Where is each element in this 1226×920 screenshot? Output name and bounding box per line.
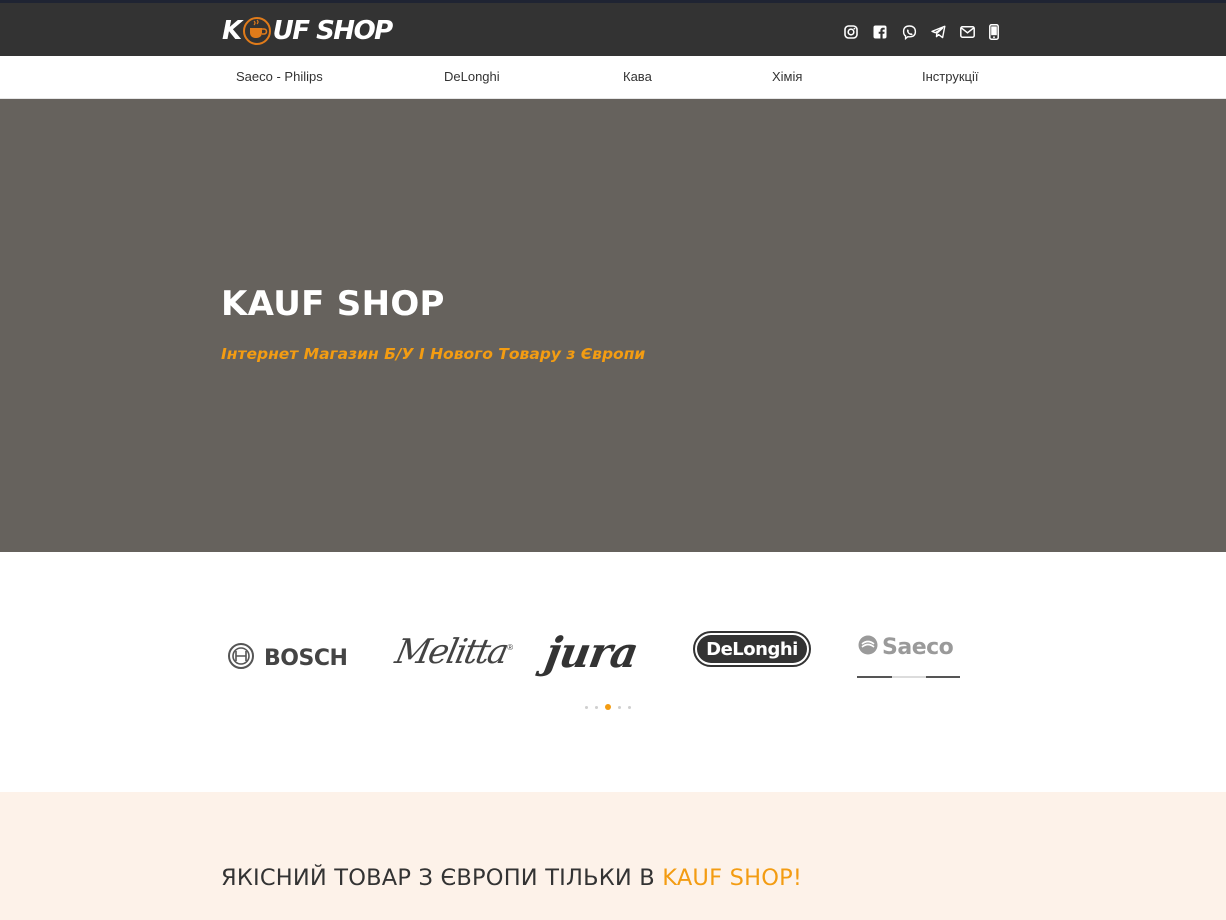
hero-subtitle: Інтернет Магазин Б/У І Нового Товару з Є…: [221, 345, 646, 363]
logo-text-first: K: [222, 16, 242, 46]
brand-logo-melitta[interactable]: Melitta ®: [392, 632, 514, 672]
nav-item-delonghi[interactable]: DeLonghi: [444, 69, 500, 84]
delonghi-badge: DeLonghi: [697, 635, 807, 663]
header-topbar: K UF SHOP: [0, 3, 1226, 56]
brand-logo-jura[interactable]: jura: [542, 628, 642, 677]
coffee-cup-icon: [242, 16, 272, 46]
carousel-dot-2[interactable]: [595, 705, 598, 709]
promo-section: ЯКІСНИЙ ТОВАР З ЄВРОПИ ТІЛЬКИ В KAUF SHO…: [0, 792, 1226, 920]
viber-link[interactable]: [902, 21, 931, 43]
brand-logo-delonghi[interactable]: DeLonghi: [693, 631, 811, 667]
saeco-emblem-icon: [857, 634, 879, 661]
carousel-dot-1[interactable]: [585, 705, 588, 709]
carousel-dot-3[interactable]: [605, 704, 611, 710]
instagram-icon: [844, 25, 858, 39]
carousel-dot-4[interactable]: [618, 705, 621, 709]
email-link[interactable]: [960, 21, 989, 43]
brand-carousel: BOSCH Melitta ® jura DeLonghi Saeco: [0, 552, 1226, 792]
nav-item-instructions[interactable]: Інструкції: [922, 69, 978, 84]
viber-icon: [902, 24, 917, 40]
brand-name-melitta: Melitta: [391, 632, 511, 672]
brand-name-jura: jura: [541, 628, 642, 677]
brand-logo-bosch[interactable]: BOSCH: [227, 642, 348, 675]
hero-title: KAUF SHOP: [221, 284, 445, 324]
brand-name-bosch: BOSCH: [264, 646, 348, 671]
brand-name-saeco: Saeco: [882, 635, 954, 660]
promo-title-accent: KAUF SHOP!: [662, 865, 803, 891]
phone-icon: [989, 24, 999, 40]
promo-title-prefix: ЯКІСНИЙ ТОВАР З ЄВРОПИ ТІЛЬКИ В: [221, 865, 663, 891]
facebook-icon: [873, 25, 887, 39]
brand-logo-saeco[interactable]: Saeco: [857, 634, 960, 678]
promo-title: ЯКІСНИЙ ТОВАР З ЄВРОПИ ТІЛЬКИ В KAUF SHO…: [221, 865, 802, 891]
brand-name-delonghi: DeLonghi: [706, 638, 798, 660]
saeco-underline: [857, 676, 960, 678]
registered-mark-icon: ®: [507, 642, 514, 652]
facebook-link[interactable]: [873, 21, 902, 43]
telegram-link[interactable]: [931, 21, 960, 43]
phone-link[interactable]: [989, 21, 1018, 43]
nav-item-coffee[interactable]: Кава: [623, 69, 652, 84]
logo-text-rest: UF SHOP: [272, 16, 394, 46]
nav-item-chemistry[interactable]: Хімія: [772, 69, 802, 84]
telegram-icon: [931, 25, 946, 39]
nav-item-saeco-philips[interactable]: Saeco - Philips: [236, 69, 323, 84]
hero-banner: KAUF SHOP Інтернет Магазин Б/У І Нового …: [0, 99, 1226, 552]
email-icon: [960, 26, 975, 38]
instagram-link[interactable]: [844, 21, 873, 43]
social-links: [844, 21, 1018, 43]
bosch-emblem-icon: [227, 642, 255, 675]
site-logo[interactable]: K UF SHOP: [222, 11, 394, 51]
carousel-dot-5[interactable]: [628, 705, 631, 709]
carousel-pagination: [585, 704, 631, 710]
main-navigation: Saeco - Philips DeLonghi Кава Хімія Інст…: [0, 56, 1226, 99]
